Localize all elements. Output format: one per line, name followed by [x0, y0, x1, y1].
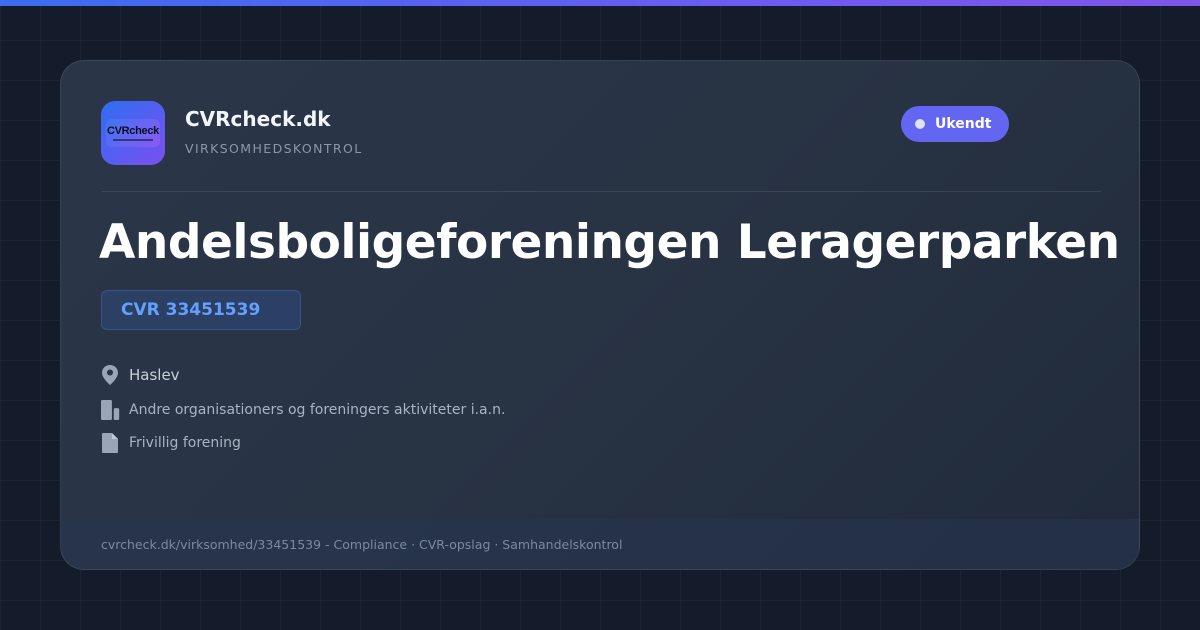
- brand-logo: CVRcheck: [101, 101, 165, 165]
- status-dot-icon: [915, 119, 925, 129]
- building-icon: [101, 398, 121, 422]
- info-row-city: Haslev: [101, 363, 180, 387]
- cvr-badge: CVR 33451539: [101, 290, 301, 330]
- location-pin-icon: [101, 363, 121, 387]
- logo-text: CVRcheck: [106, 125, 159, 137]
- card-footer: cvrcheck.dk/virksomhed/33451539 - Compli…: [61, 519, 1139, 569]
- footer-text: cvrcheck.dk/virksomhed/33451539 - Compli…: [101, 536, 623, 552]
- cvr-number: CVR 33451539: [121, 300, 261, 320]
- company-city: Haslev: [129, 366, 180, 384]
- logo-underline: [113, 139, 153, 141]
- brand-tagline: VIRKSOMHEDSKONTROL: [185, 141, 363, 156]
- status-badge: Ukendt: [901, 106, 1010, 142]
- document-icon: [101, 431, 121, 455]
- info-row-company-type: Frivillig forening: [101, 431, 241, 455]
- company-card: CVRcheck CVRcheck.dk VIRKSOMHEDSKONTROL …: [60, 60, 1140, 570]
- company-type: Frivillig forening: [129, 435, 241, 451]
- company-name: Andelsboligeforeningen Leragerparken: [99, 215, 1120, 270]
- info-row-industry: Andre organisationers og foreningers akt…: [101, 398, 505, 422]
- logo-badge: CVRcheck: [106, 119, 160, 147]
- top-accent-bar: [0, 0, 1200, 6]
- brand-name: CVRcheck.dk: [185, 107, 331, 131]
- company-industry: Andre organisationers og foreningers akt…: [129, 402, 506, 418]
- header-divider: [101, 191, 1101, 192]
- status-label: Ukendt: [935, 116, 992, 132]
